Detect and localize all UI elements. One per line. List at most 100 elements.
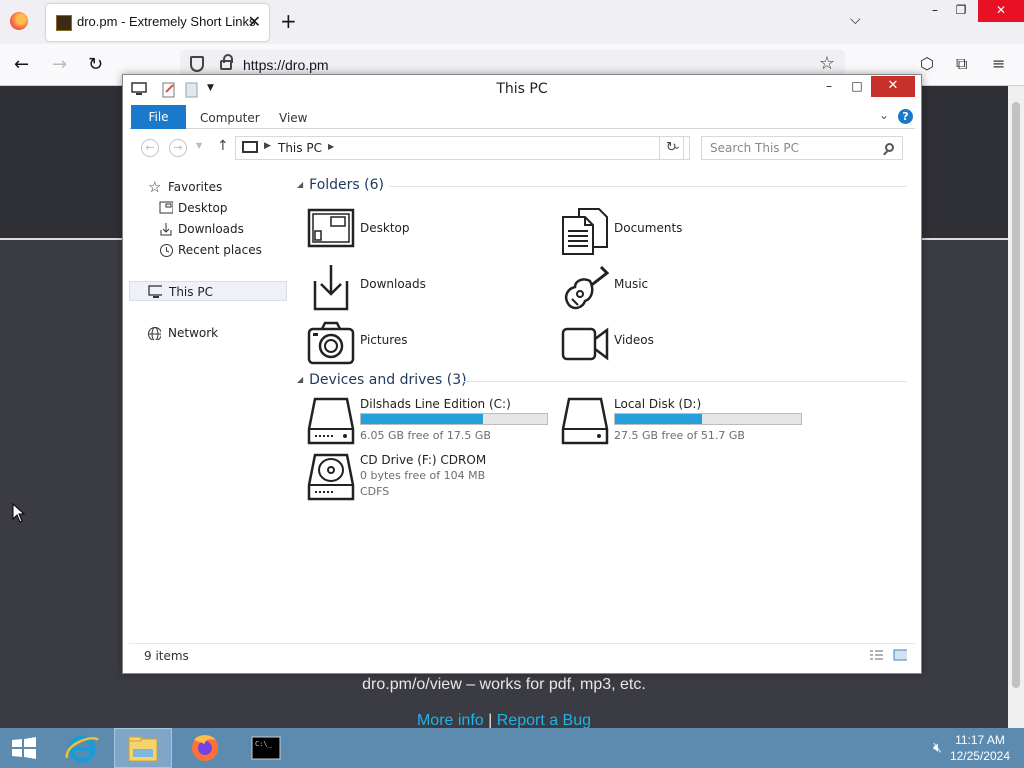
collapse-triangle-icon[interactable]: ◢: [297, 375, 303, 384]
nav-downloads-label: Downloads: [178, 222, 244, 236]
recent-locations-dropdown-icon[interactable]: ▼: [196, 141, 202, 150]
folder-name-documents: Documents: [614, 221, 683, 235]
drive-tile-d[interactable]: Local Disk (D:) 27.5 GB free of 51.7 GB: [561, 397, 811, 449]
page-scrollbar-thumb[interactable]: [1012, 102, 1020, 688]
devices-group-header[interactable]: ◢ Devices and drives (3): [297, 372, 467, 388]
tab-title: dro.pm - Extremely Short Links: [77, 14, 256, 29]
drive-tile-cdrom[interactable]: CD Drive (F:) CDROM 0 bytes free of 104 …: [307, 453, 557, 505]
file-explorer-window: ▼ This PC – □ ✕ File Computer View ⌄ ? ←…: [122, 74, 922, 674]
nav-desktop[interactable]: Desktop: [129, 198, 287, 218]
start-button[interactable]: [10, 736, 38, 760]
taskbar-file-explorer[interactable]: [114, 728, 172, 768]
drive-usage-fill-d: [615, 414, 703, 424]
hamburger-menu-icon[interactable]: ≡: [992, 54, 1005, 73]
hard-drive-icon: [307, 397, 355, 445]
volume-muted-icon[interactable]: 🔇︎: [933, 740, 942, 756]
forward-arrow-icon[interactable]: →: [52, 54, 67, 75]
drive-free-c: 6.05 GB free of 17.5 GB: [360, 429, 491, 442]
taskbar-internet-explorer[interactable]: [54, 728, 112, 768]
refresh-button[interactable]: ↻: [659, 136, 684, 160]
folder-tile-downloads[interactable]: Downloads: [307, 261, 557, 313]
folders-group-header[interactable]: ◢ Folders (6): [297, 177, 384, 193]
search-placeholder: Search This PC: [710, 141, 799, 155]
report-bug-link[interactable]: Report a Bug: [497, 712, 591, 729]
search-input[interactable]: Search This PC: [701, 136, 903, 160]
browser-tab-bar: dro.pm - Extremely Short Links ✕ + ⌵ – ❐…: [0, 0, 1024, 44]
browser-restore-button[interactable]: ❐: [946, 0, 976, 22]
breadcrumb-this-pc[interactable]: This PC: [278, 141, 322, 155]
nav-recent-label: Recent places: [178, 243, 262, 257]
page-scrollbar[interactable]: [1008, 86, 1024, 728]
explorer-title-bar[interactable]: ▼ This PC – □ ✕: [123, 75, 921, 103]
drive-name-d: Local Disk (D:): [614, 397, 702, 411]
taskbar-command-prompt[interactable]: C:\_: [237, 728, 295, 768]
explorer-close-button[interactable]: ✕: [871, 76, 915, 97]
nav-this-pc[interactable]: This PC: [129, 281, 287, 301]
details-view-icon[interactable]: [869, 649, 883, 661]
windows-logo-icon: [12, 737, 36, 759]
internet-explorer-icon: [65, 735, 100, 763]
folders-divider: [389, 186, 907, 187]
up-arrow-icon[interactable]: ↑: [217, 138, 229, 154]
ribbon-computer-tab[interactable]: Computer: [200, 111, 260, 125]
drive-free-cdrom: 0 bytes free of 104 MB: [360, 469, 486, 482]
nav-network-label: Network: [168, 326, 219, 340]
reload-icon[interactable]: ↻: [88, 54, 103, 75]
folder-tile-music[interactable]: Music: [561, 261, 811, 313]
system-clock[interactable]: 11:17 AM 12/25/2024: [950, 732, 1010, 764]
folder-tile-documents[interactable]: Documents: [561, 205, 811, 257]
breadcrumb-chevron-icon[interactable]: ▶: [328, 142, 334, 151]
taskbar-firefox[interactable]: [176, 728, 234, 768]
url-text[interactable]: https://dro.pm: [243, 57, 329, 73]
drive-name-cdrom: CD Drive (F:) CDROM: [360, 453, 487, 467]
expand-ribbon-chevron-icon[interactable]: ⌄: [879, 108, 889, 122]
explorer-minimize-button[interactable]: –: [815, 77, 843, 97]
folder-tile-videos[interactable]: Videos: [561, 317, 811, 369]
ribbon-view-tab[interactable]: View: [279, 111, 307, 125]
help-icon[interactable]: ?: [898, 109, 913, 124]
tab-list-chevron-icon[interactable]: ⌵: [850, 12, 861, 28]
browser-tab-active[interactable]: dro.pm - Extremely Short Links ✕: [46, 4, 269, 41]
this-pc-nav-icon: [148, 285, 162, 298]
ribbon-file-tab[interactable]: File: [131, 105, 186, 129]
tab-close-button[interactable]: ✕: [248, 12, 261, 31]
star-icon: ☆: [148, 178, 162, 196]
nav-favorites[interactable]: ☆ Favorites: [129, 177, 287, 197]
search-icon[interactable]: [885, 143, 894, 152]
item-count: 9 items: [144, 649, 189, 663]
breadcrumb-separator-icon[interactable]: ▶: [264, 141, 271, 151]
more-info-link[interactable]: More info: [417, 712, 484, 729]
folders-header-label: Folders (6): [309, 177, 384, 193]
folder-name-desktop: Desktop: [360, 221, 410, 235]
file-explorer-icon: [128, 736, 158, 762]
extensions-icon[interactable]: ⧉: [956, 54, 967, 74]
downloads-small-icon: [160, 223, 172, 236]
browser-close-button[interactable]: ✕: [978, 0, 1024, 22]
explorer-forward-button[interactable]: →: [169, 139, 187, 157]
new-tab-button[interactable]: +: [280, 9, 297, 33]
tracking-shield-icon[interactable]: [190, 56, 204, 72]
firefox-menu-icon[interactable]: [10, 12, 28, 30]
drive-tile-c[interactable]: Dilshads Line Edition (C:) 6.05 GB free …: [307, 397, 557, 449]
explorer-back-button[interactable]: ←: [141, 139, 159, 157]
pocket-icon[interactable]: ⬡: [920, 54, 934, 73]
nav-downloads[interactable]: Downloads: [129, 219, 287, 239]
back-arrow-icon[interactable]: ←: [14, 54, 29, 75]
navigation-pane: ☆ Favorites Desktop Downloads Recent pla…: [129, 169, 289, 639]
nav-network[interactable]: Network: [129, 323, 287, 343]
folder-tile-pictures[interactable]: Pictures: [307, 317, 557, 369]
lock-icon[interactable]: [220, 54, 233, 70]
folder-name-videos: Videos: [614, 333, 654, 347]
large-icons-view-icon[interactable]: [893, 649, 907, 661]
explorer-maximize-button[interactable]: □: [843, 77, 871, 97]
explorer-status-bar: 9 items: [129, 643, 915, 667]
nav-recent-places[interactable]: Recent places: [129, 240, 287, 260]
collapse-triangle-icon[interactable]: ◢: [297, 180, 303, 189]
folder-tile-desktop[interactable]: Desktop: [307, 205, 557, 257]
address-bar[interactable]: ▶ This PC ▶ ⌄: [235, 136, 690, 160]
videos-icon: [561, 327, 609, 361]
desktop-small-icon: [159, 201, 173, 214]
desktop-icon: [307, 208, 355, 248]
explorer-title: This PC: [496, 81, 548, 97]
bookmark-star-icon[interactable]: ☆: [819, 53, 835, 74]
